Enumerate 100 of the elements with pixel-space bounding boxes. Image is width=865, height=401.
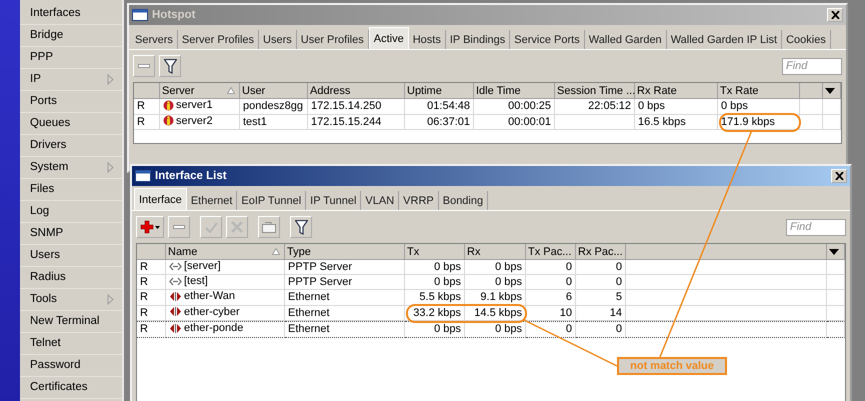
menu-item[interactable]: Radius [20, 267, 122, 289]
close-button[interactable] [827, 8, 843, 22]
table-cell: 16.5 kbps [638, 116, 686, 128]
ethernet-icon [169, 290, 182, 302]
table-cell: 0 bps [434, 323, 461, 336]
column-header[interactable]: Tx Pac... [526, 244, 576, 260]
table-cell: 0 bps [495, 276, 522, 288]
table-cell: 6 [566, 291, 572, 304]
window-icon [135, 170, 151, 182]
dropdown-arrow-icon[interactable] [829, 248, 839, 254]
column-header[interactable]: Rx Rate [635, 83, 718, 99]
remove-button[interactable] [168, 216, 190, 238]
find-field[interactable]: Find [786, 218, 846, 236]
table-cell: 0 bps [495, 323, 522, 336]
column-header[interactable]: Address [308, 83, 405, 99]
table-cell: [test] [184, 275, 208, 288]
table-cell: Ethernet [288, 323, 330, 336]
table-cell: R [137, 100, 145, 112]
annotation-label: not match value [617, 357, 727, 375]
menu-item[interactable]: Telnet [20, 333, 122, 355]
menu-item[interactable]: Files [20, 179, 122, 201]
menu-item[interactable]: PPP [20, 47, 122, 69]
filter-button[interactable] [290, 216, 312, 238]
table-cell: 0 bps [721, 100, 748, 112]
window-title: Interface List [155, 170, 228, 182]
table-cell: 0 bps [434, 276, 461, 288]
table-cell: R [140, 306, 148, 319]
table-cell: 0 [616, 276, 622, 288]
comment-button[interactable] [258, 216, 280, 238]
table-cell: Ethernet [288, 306, 330, 319]
close-icon [834, 172, 844, 180]
table-cell: 33.2 kbps [413, 306, 461, 319]
menu-item[interactable]: System [20, 157, 122, 179]
table-cell: 00:00:25 [508, 100, 551, 112]
table-cell: test1 [243, 116, 267, 128]
menu-item[interactable]: Certificates [20, 377, 122, 399]
menu-item[interactable]: Bridge [20, 25, 122, 47]
table-cell: 0 bps [638, 100, 665, 112]
table-cell: Ethernet [288, 291, 330, 304]
table-cell: server1 [176, 99, 213, 111]
column-header[interactable]: Tx [405, 244, 465, 260]
menu-item[interactable]: Log [20, 201, 122, 223]
table-cell: 0 [616, 261, 622, 273]
column-title: Uptime [407, 84, 442, 96]
dropdown-arrow-icon[interactable] [825, 88, 835, 94]
menu-item[interactable]: IP [20, 69, 122, 91]
table-cell: 01:54:48 [427, 100, 470, 112]
submenu-arrow-icon [107, 162, 114, 173]
column-header[interactable]: Type [285, 244, 405, 260]
add-button[interactable] [136, 216, 164, 238]
table-cell: 0 [566, 323, 572, 336]
column-title: Type [287, 246, 311, 258]
tunnel-icon [169, 262, 182, 271]
filter-icon [294, 220, 308, 234]
menu-item[interactable]: Tools [20, 289, 122, 311]
table-cell: [server] [184, 260, 221, 272]
menu-item[interactable]: New Terminal [20, 311, 122, 333]
table-cell: R [140, 276, 148, 288]
column-header[interactable]: Idle Time [474, 83, 555, 99]
find-field[interactable]: Find [782, 58, 842, 74]
table-cell: 14.5 kbps [474, 306, 522, 319]
close-icon [830, 11, 840, 19]
table-cell: 0 [566, 276, 572, 288]
table-cell: ether-Wan [184, 290, 235, 302]
plus-dropdown-icon [140, 220, 160, 234]
column-title: Tx [407, 246, 420, 258]
table-cell: PPTP Server [288, 261, 352, 273]
tab[interactable]: Interface [134, 188, 187, 210]
table-cell: server2 [176, 114, 213, 126]
menu-item[interactable]: Interfaces [20, 3, 122, 25]
filter-button[interactable] [159, 55, 181, 77]
column-header[interactable]: Rx [465, 244, 526, 260]
sort-arrow-icon [227, 87, 235, 94]
column-header[interactable]: Name [166, 244, 285, 260]
table-cell: R [140, 323, 148, 336]
submenu-arrow-icon [107, 74, 114, 85]
sort-arrow-icon [272, 248, 280, 255]
table-cell: 172.15.14.250 [311, 100, 382, 112]
submenu-arrow-icon [107, 294, 114, 305]
table-cell: 10 [560, 306, 572, 319]
table-cell: PPTP Server [288, 276, 352, 288]
tab[interactable]: Active [368, 27, 409, 49]
column-header[interactable]: User [240, 83, 308, 99]
table-cell: 14 [610, 306, 622, 319]
table-cell: 9.1 kbps [480, 291, 522, 304]
column-header[interactable]: Rx Pac... [576, 244, 626, 260]
hotspot-user-icon [163, 100, 174, 110]
menu-item[interactable]: Drivers [20, 135, 122, 157]
column-header[interactable]: Tx Rate [718, 83, 800, 99]
column-header[interactable]: Uptime [405, 83, 474, 99]
column-title: Rx [467, 246, 480, 258]
menu-item[interactable]: Queues [20, 113, 122, 135]
table-cell: ether-ponde [184, 322, 244, 334]
menu-item[interactable]: SNMP [20, 223, 122, 245]
minus-icon [173, 225, 185, 229]
menu-item[interactable]: Users [20, 245, 122, 267]
menu-item[interactable]: Ports [20, 91, 122, 113]
close-button[interactable] [831, 169, 847, 183]
menu-item[interactable]: Password [20, 355, 122, 377]
column-header[interactable]: Server [160, 83, 240, 99]
